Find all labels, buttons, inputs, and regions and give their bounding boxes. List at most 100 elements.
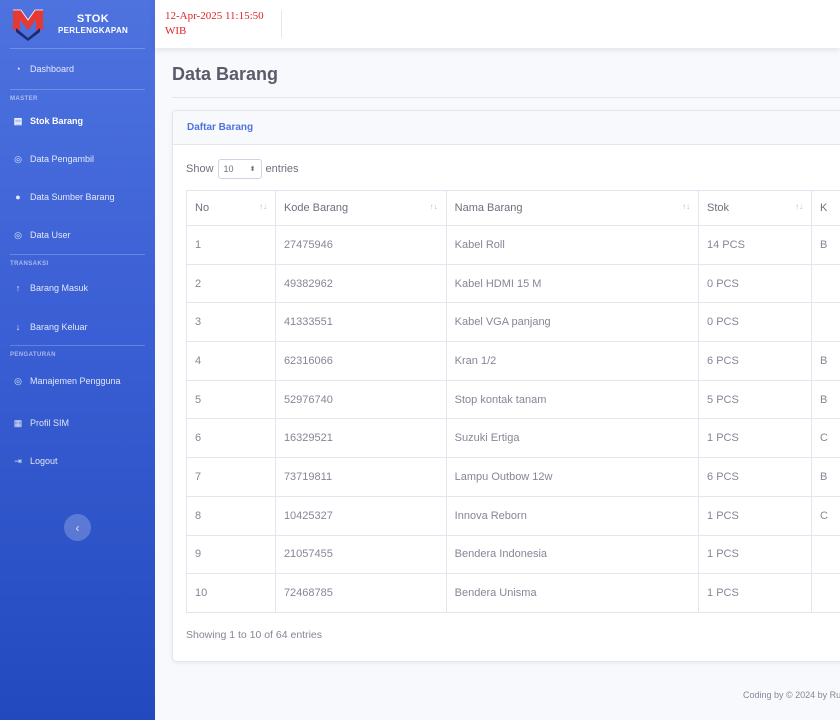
user-icon: ●	[15, 192, 21, 202]
cell-kode: 52976740	[274, 379, 447, 420]
brand[interactable]: STOK PERLENGKAPAN	[0, 0, 155, 48]
sidebar-item-label: Manajemen Pengguna	[30, 376, 121, 386]
table-row[interactable]: 4 62316066 Kran 1/2 6 PCS B	[186, 341, 840, 381]
sort-icon: ↑↓	[794, 202, 803, 211]
cell-stok: 0 PCS	[698, 302, 812, 343]
sidebar-item-label: Dashboard	[30, 64, 75, 74]
table-row[interactable]: 3 41333551 Kabel VGA panjang 0 PCS	[186, 302, 840, 343]
chevron-left-icon: ‹	[75, 520, 80, 535]
sidebar-item-logout[interactable]: ⇥ Logout	[0, 442, 155, 480]
cell-no: 7	[186, 457, 276, 497]
cell-kode: 62316066	[274, 341, 447, 381]
card-header: Daftar Barang	[173, 111, 840, 145]
sidebar-item-data-user[interactable]: ◎ Data User	[0, 216, 155, 254]
show-label: Show	[186, 163, 214, 175]
sidebar-item-label: Profil SIM	[30, 418, 70, 428]
cell-ket	[810, 302, 840, 343]
entries-length-control: Show 10 ⬍ entries	[186, 159, 299, 179]
cell-no: 5	[186, 379, 276, 420]
sidebar: STOK PERLENGKAPAN ◔ Dashboard MASTER ▤ S…	[0, 0, 155, 720]
cell-nama: Suzuki Ertiga	[445, 418, 700, 459]
column-header-kode[interactable]: Kode Barang ↑↓	[274, 190, 447, 226]
sidebar-item-label: Logout	[30, 456, 58, 466]
dashboard-icon: ◔	[15, 64, 21, 74]
sidebar-item-label: Barang Keluar	[30, 322, 88, 332]
sidebar-item-data-pengambil[interactable]: ◎ Data Pengambil	[0, 140, 155, 178]
entries-select-value: 10	[223, 164, 234, 174]
cell-stok: 0 PCS	[698, 263, 812, 304]
cell-kode: 73719811	[274, 457, 447, 497]
table-row[interactable]: 8 10425327 Innova Reborn 1 PCS C	[186, 495, 840, 536]
table-row[interactable]: 1 27475946 Kabel Roll 14 PCS B	[186, 225, 840, 265]
cell-nama: Bendera Indonesia	[445, 534, 700, 575]
cell-nama: Kabel VGA panjang	[445, 302, 700, 343]
page-title: Data Barang	[172, 64, 279, 84]
cell-no: 4	[186, 341, 276, 381]
cell-stok: 6 PCS	[698, 341, 812, 381]
cell-stok: 1 PCS	[698, 495, 812, 536]
sidebar-toggle-button[interactable]: ‹	[64, 514, 91, 541]
cell-nama: Kran 1/2	[445, 341, 700, 381]
table-row[interactable]: 7 73719811 Lampu Outbow 12w 6 PCS B	[186, 457, 840, 497]
brand-logo-icon	[13, 9, 43, 41]
column-header-nama[interactable]: Nama Barang ↑↓	[445, 190, 700, 226]
column-header-label: Stok	[707, 202, 730, 214]
table-row[interactable]: 9 21057455 Bendera Indonesia 1 PCS	[186, 534, 840, 575]
cell-nama: Stop kontak tanam	[445, 379, 700, 420]
data-card: Daftar Barang Show 10 ⬍ entries No ↑↓ Kod…	[172, 110, 840, 662]
table-row[interactable]: 6 16329521 Suzuki Ertiga 1 PCS C	[186, 418, 840, 459]
cell-kode: 21057455	[274, 534, 447, 575]
sidebar-item-label: Data User	[30, 230, 71, 240]
sidebar-item-data-sumber[interactable]: ● Data Sumber Barang	[0, 178, 155, 216]
cell-kode: 16329521	[274, 418, 447, 459]
sidebar-item-stok-barang[interactable]: ▤ Stok Barang	[0, 102, 155, 140]
cell-no: 8	[186, 495, 276, 536]
cell-nama: Lampu Outbow 12w	[445, 457, 700, 497]
clock: 12-Apr-2025 11:15:50 WIB	[165, 9, 264, 39]
data-table: No ↑↓ Kode Barang ↑↓ Nama Barang ↑↓ Stok ↑↓ …	[186, 190, 840, 613]
cell-nama: Kabel HDMI 15 M	[445, 263, 700, 304]
entries-select[interactable]: 10 ⬍	[217, 159, 262, 179]
entries-label: entries	[265, 163, 299, 175]
cell-ket	[810, 534, 840, 575]
column-header-no[interactable]: No ↑↓	[186, 190, 276, 226]
cell-no: 2	[186, 263, 276, 304]
column-header-ket[interactable]: K	[810, 190, 840, 226]
cell-stok: 1 PCS	[698, 573, 812, 613]
cell-no: 10	[186, 573, 276, 613]
cell-ket: B	[810, 379, 840, 420]
sidebar-item-barang-keluar[interactable]: ↓ Barang Keluar	[0, 309, 155, 345]
sort-icon: ↑↓	[429, 202, 438, 211]
column-header-label: Nama Barang	[454, 202, 523, 214]
cell-ket: C	[810, 495, 840, 536]
clock-zone: WIB	[165, 24, 187, 37]
brand-title: STOK	[76, 13, 110, 26]
sidebar-section-transaksi: TRANSAKSI	[10, 261, 49, 267]
table-row[interactable]: 5 52976740 Stop kontak tanam 5 PCS B	[186, 379, 840, 420]
sidebar-item-profil-sim[interactable]: ▦ Profil SIM	[0, 404, 155, 442]
table-row[interactable]: 10 72468785 Bendera Unisma 1 PCS	[186, 573, 840, 613]
cell-kode: 41333551	[274, 302, 447, 343]
sidebar-item-manajemen-pengguna[interactable]: ◎ Manajemen Pengguna	[0, 358, 155, 404]
logout-icon: ⇥	[14, 455, 22, 466]
sidebar-item-barang-masuk[interactable]: ↑ Barang Masuk	[0, 267, 155, 309]
cell-nama: Bendera Unisma	[445, 573, 700, 613]
cell-ket: C	[810, 418, 840, 459]
clock-date: 12-Apr-2025 11:15:50	[165, 10, 264, 22]
brand-subtitle: PERLENGKAPAN	[58, 25, 129, 35]
column-header-label: Kode Barang	[283, 202, 349, 214]
footer-credit: Coding by © 2024 by Ru	[743, 690, 840, 700]
column-header-stok[interactable]: Stok ↑↓	[698, 190, 812, 226]
sidebar-section-pengaturan: PENGATURAN	[10, 352, 56, 358]
sidebar-item-label: Data Sumber Barang	[30, 192, 115, 202]
cell-no: 1	[186, 225, 276, 265]
cell-no: 9	[186, 534, 276, 575]
table-row[interactable]: 2 49382962 Kabel HDMI 15 M 0 PCS	[186, 263, 840, 304]
cell-nama: Kabel Roll	[445, 225, 700, 265]
cell-no: 6	[186, 418, 276, 459]
table-info: Showing 1 to 10 of 64 entries	[186, 629, 323, 641]
topbar-divider	[281, 10, 282, 38]
cell-stok: 1 PCS	[698, 418, 812, 459]
cell-no: 3	[186, 302, 276, 343]
sidebar-item-dashboard[interactable]: ◔ Dashboard	[0, 49, 155, 89]
